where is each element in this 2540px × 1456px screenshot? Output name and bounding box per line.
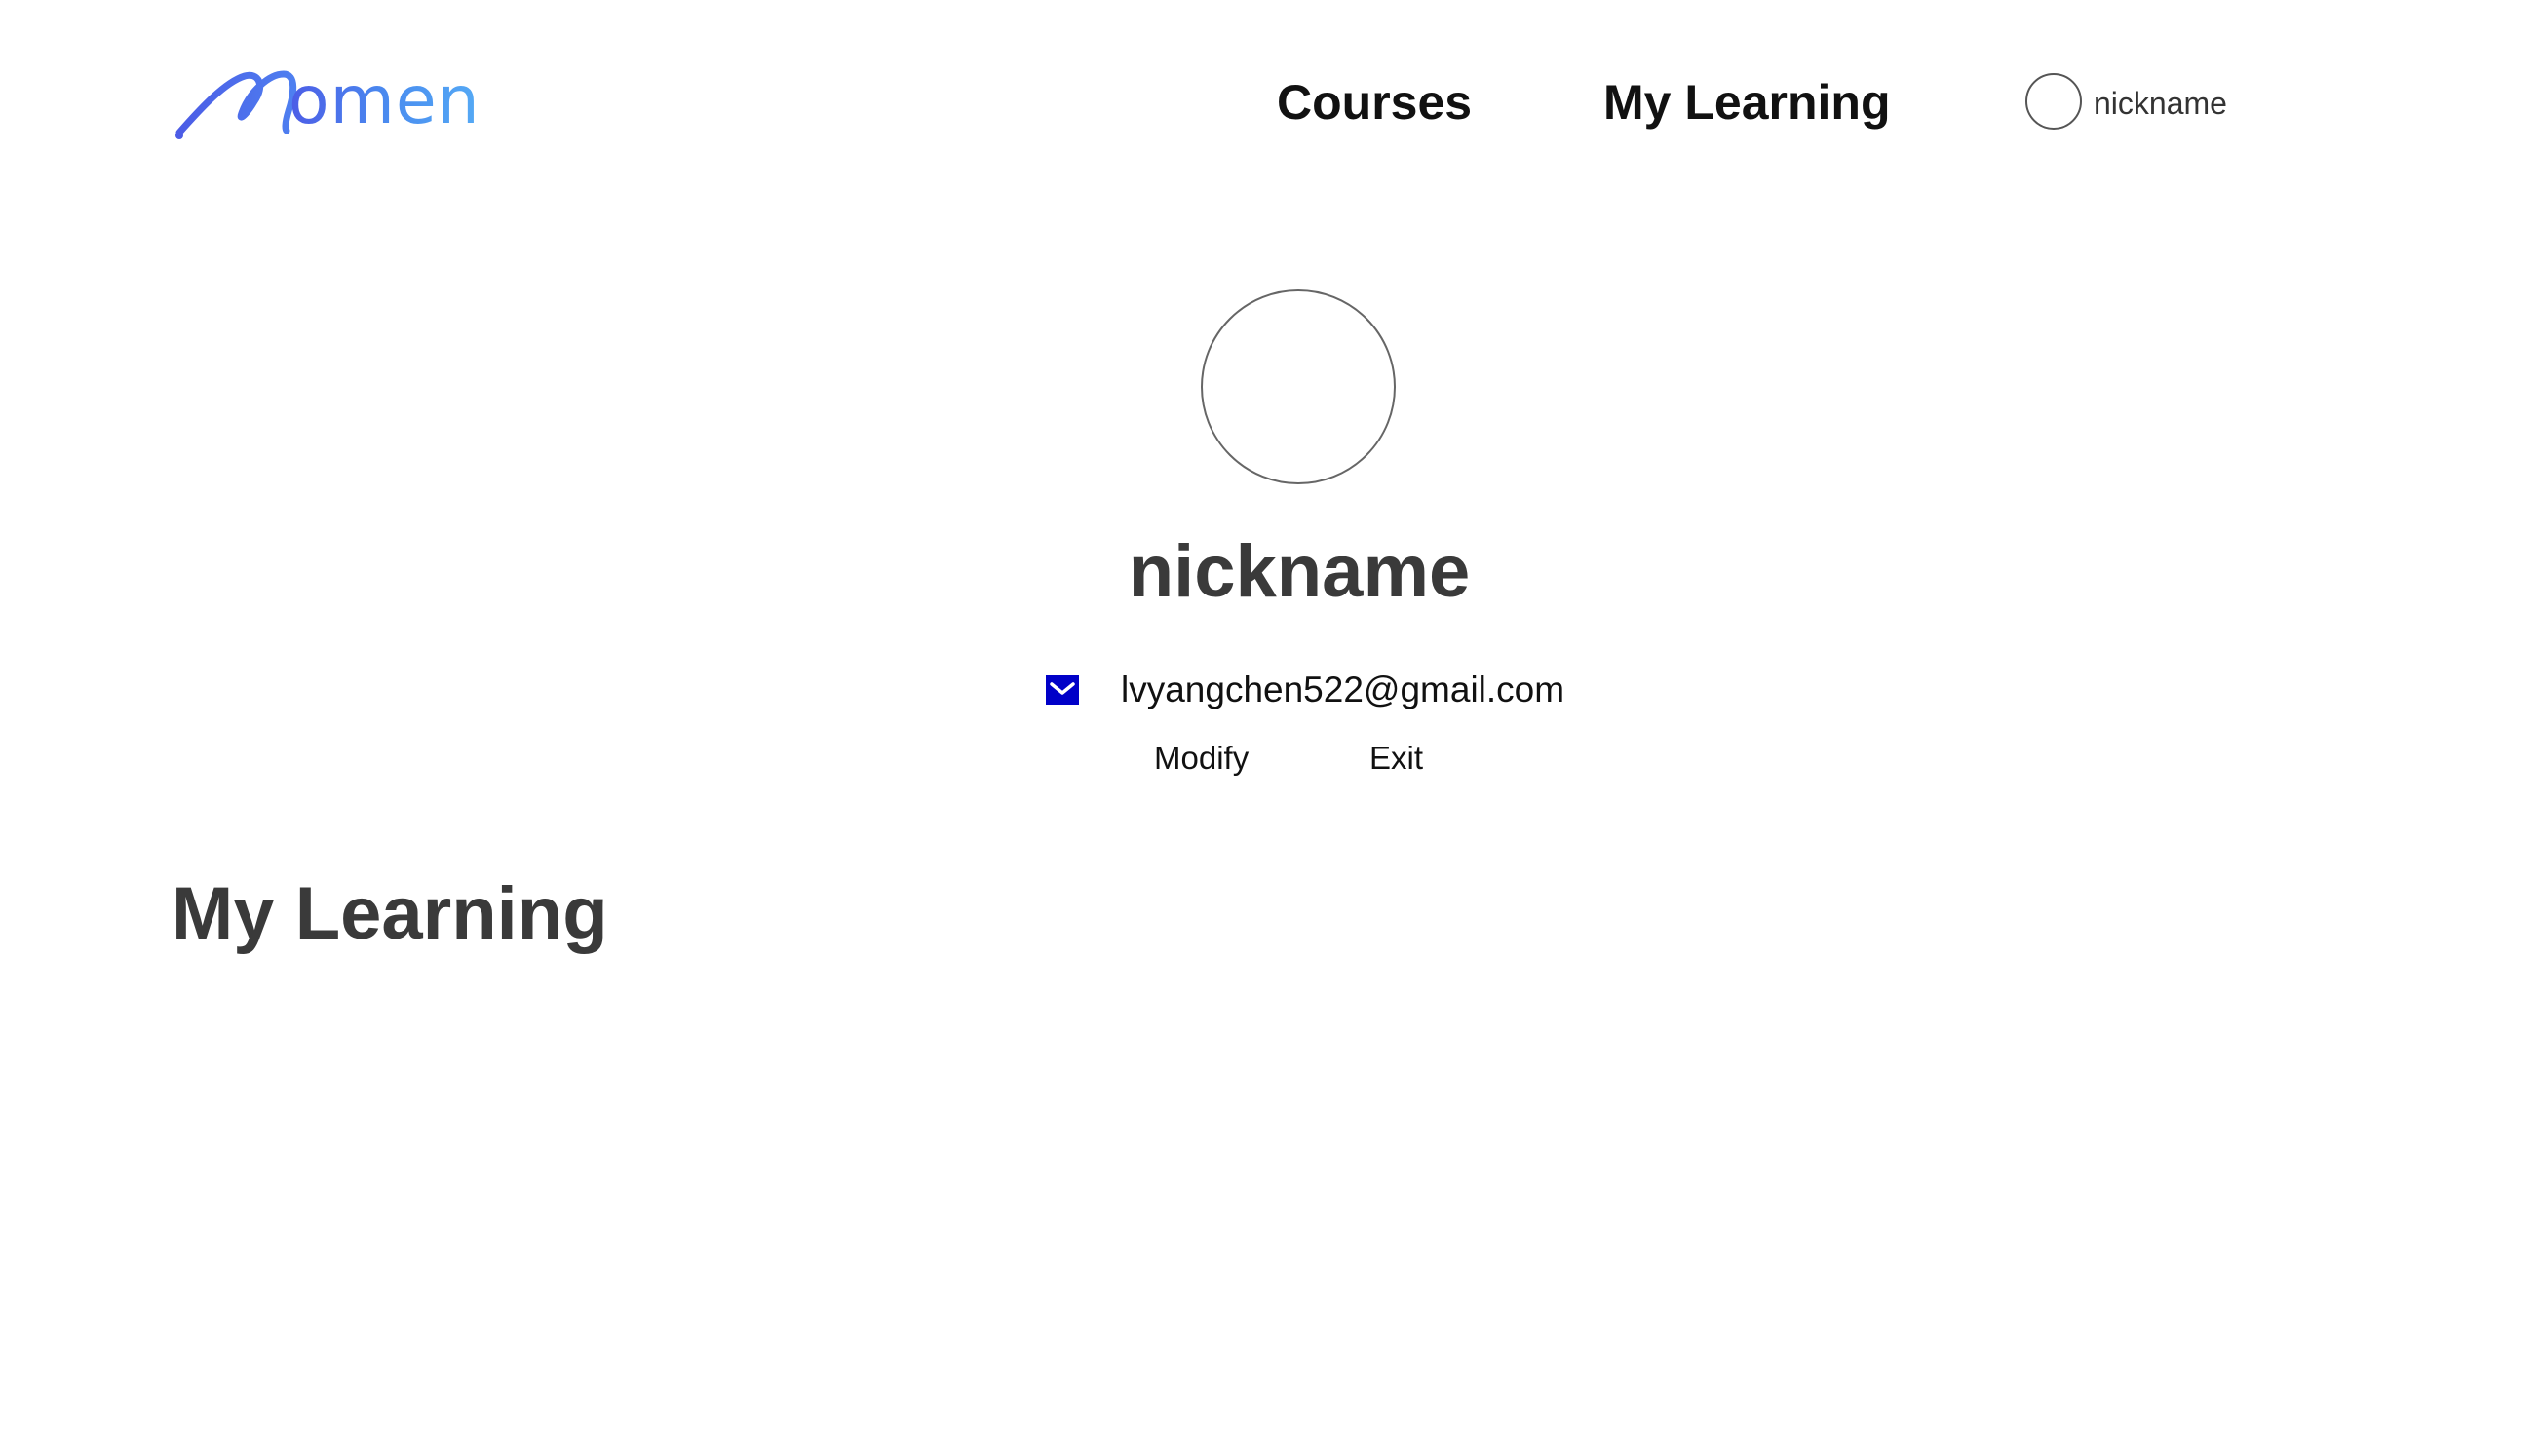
mail-icon [1046,675,1079,705]
brand-logo-text: omen [289,62,481,139]
learning-list [172,984,2368,1374]
nav-my-learning-link[interactable]: My Learning [1603,70,1890,134]
my-learning-heading: My Learning [172,872,608,955]
nav-courses-link[interactable]: Courses [1277,70,1472,134]
header-avatar[interactable] [2025,73,2082,130]
profile-avatar [1201,289,1396,484]
modify-button[interactable]: Modify [1154,739,1249,778]
profile-nickname: nickname [1128,530,1471,613]
header-nickname[interactable]: nickname [2094,84,2227,123]
exit-button[interactable]: Exit [1369,739,1423,778]
profile-email: lvyangchen522@gmail.com [1121,670,1565,709]
